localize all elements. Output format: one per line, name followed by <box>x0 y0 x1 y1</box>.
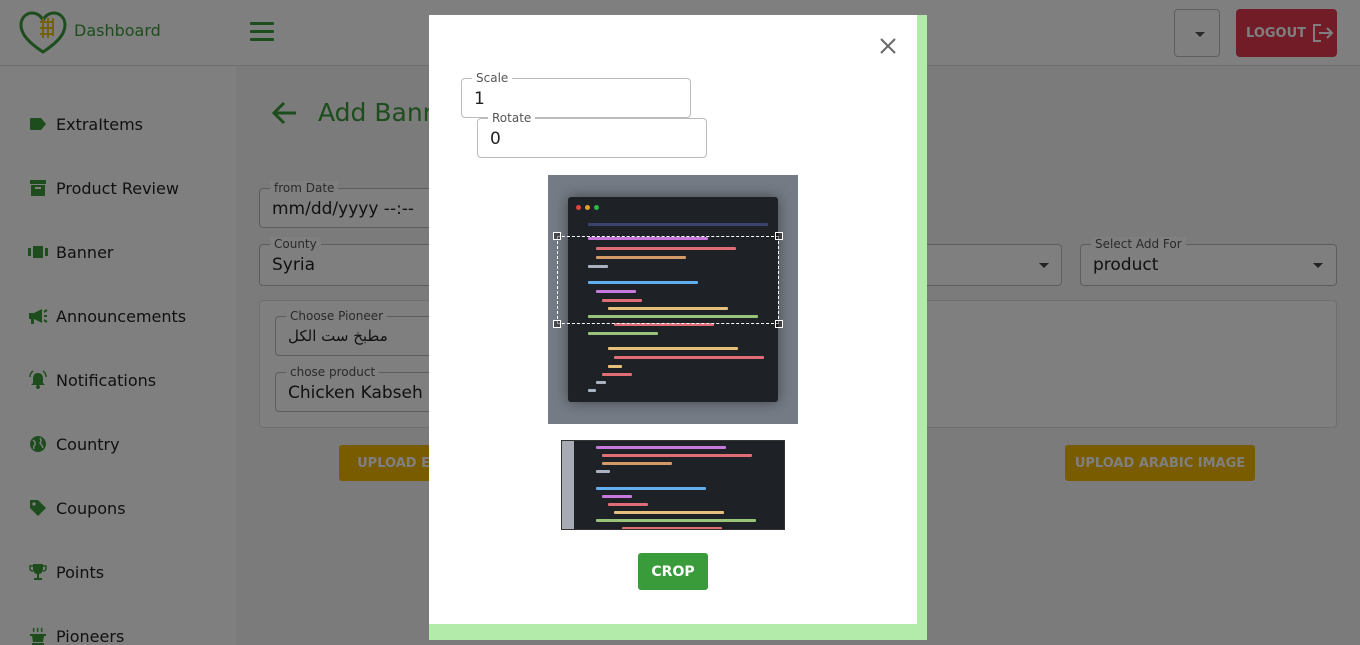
rotate-label: Rotate <box>488 111 536 125</box>
crop-label: CROP <box>651 563 695 580</box>
crop-image-modal: Scale 1 Rotate 0 CROP <box>429 15 927 640</box>
rotate-value: 0 <box>490 129 501 149</box>
rotate-input[interactable]: Rotate 0 <box>477 111 707 158</box>
crop-source-image[interactable] <box>548 175 798 424</box>
modal-accent-right <box>917 15 927 640</box>
cropped-preview-image <box>561 440 785 530</box>
modal-accent-bottom <box>429 624 917 640</box>
close-icon[interactable] <box>877 35 899 57</box>
window-dots <box>576 205 599 210</box>
crop-handle-top-left[interactable] <box>553 232 561 240</box>
crop-handle-bottom-right[interactable] <box>775 320 783 328</box>
cropped-preview-edge <box>562 441 574 529</box>
crop-button[interactable]: CROP <box>638 553 708 590</box>
scale-value: 1 <box>474 89 485 109</box>
crop-handle-top-right[interactable] <box>775 232 783 240</box>
crop-selection-box[interactable] <box>553 232 783 328</box>
crop-handle-bottom-left[interactable] <box>553 320 561 328</box>
scale-label: Scale <box>472 71 513 85</box>
